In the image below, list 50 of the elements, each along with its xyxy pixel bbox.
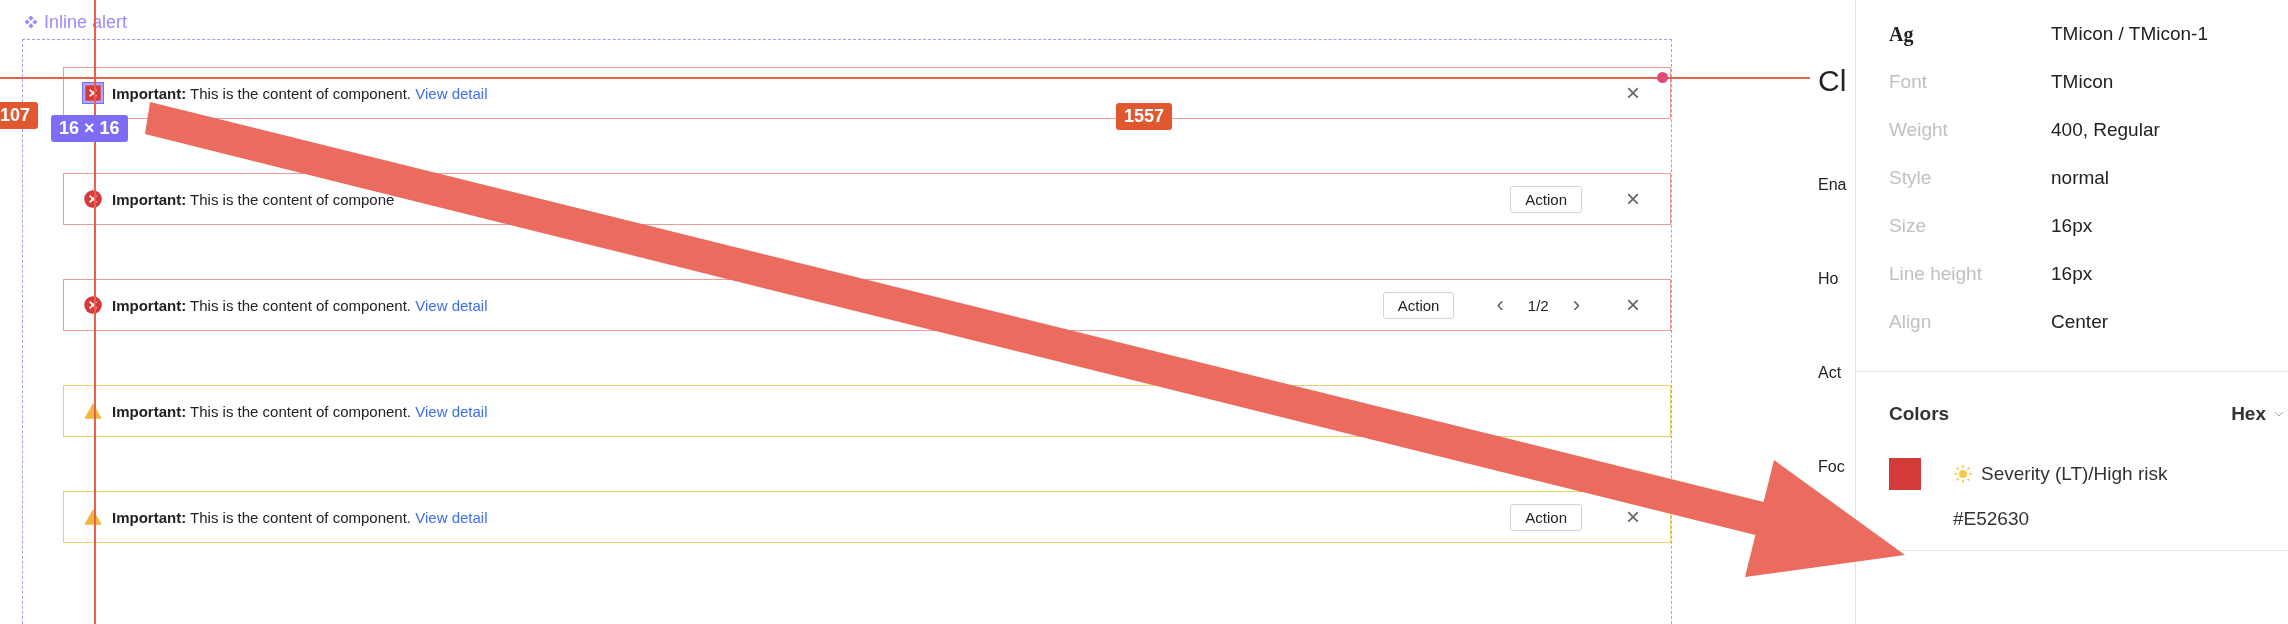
view-detail-link[interactable]: View detail <box>415 402 488 420</box>
close-button[interactable]: × <box>1622 81 1644 105</box>
property-label: Align <box>1889 311 1933 333</box>
alert-message: Important: This is the content of component. View detail <box>112 508 488 526</box>
action-button[interactable]: Action <box>1510 503 1582 531</box>
distance-label: 107 <box>0 102 39 129</box>
color-name: Severity (LT)/High risk <box>1981 463 2168 485</box>
property-label: Ho <box>1818 270 1840 289</box>
property-label: Font <box>1889 71 1929 93</box>
property-label: Weight <box>1889 119 1949 141</box>
property-label: Cl <box>1818 64 1847 99</box>
alert-message: Important: This is the content of compone <box>112 190 395 208</box>
property-label: Size <box>1889 215 1927 237</box>
next-button[interactable]: › <box>1570 294 1582 316</box>
view-detail-link[interactable]: View detail <box>415 296 488 314</box>
section-title: Colors <box>1889 403 1950 425</box>
view-detail-link[interactable]: View detail <box>415 84 488 102</box>
close-button[interactable]: × <box>1622 293 1644 317</box>
error-icon[interactable] <box>82 82 104 104</box>
property-value: TMicon <box>2051 71 2114 93</box>
hex-value: #E52630 <box>1953 508 2031 530</box>
action-button[interactable]: Action <box>1510 185 1582 213</box>
distance-label: 1557 <box>1116 103 1173 130</box>
format-dropdown[interactable]: Hex <box>2231 403 2288 425</box>
anchor-dot <box>1657 72 1668 83</box>
property-label: Style <box>1889 167 1933 189</box>
close-button[interactable]: × <box>1622 505 1644 529</box>
previous-button[interactable]: ‹ <box>1494 294 1506 316</box>
property-value: 16px <box>2051 263 2093 285</box>
page-counter: 1/2 <box>1527 296 1549 314</box>
view-detail-link[interactable]: View detail <box>415 508 488 526</box>
property-label: Act <box>1818 364 1843 383</box>
chevron-icon <box>2274 411 2284 417</box>
property-value: TMicon / TMicon-1 <box>2051 23 2208 45</box>
property-label: Ena <box>1818 176 1847 195</box>
property-label: Line height <box>1889 263 1983 285</box>
font-sample: Ag <box>1889 22 1915 46</box>
property-label: Foc <box>1818 458 1846 477</box>
property-value: 400, Regular <box>2051 119 2160 141</box>
alert-message: Important: This is the content of component. View detail <box>112 402 488 420</box>
property-value: normal <box>2051 167 2110 189</box>
property-value: 16px <box>2051 215 2093 237</box>
action-button[interactable]: Action <box>1382 291 1455 319</box>
component-icon <box>24 15 38 29</box>
close-button[interactable]: × <box>1622 187 1644 211</box>
alert-message: Important: This is the content of component. View detail <box>112 84 488 102</box>
sun-icon <box>1953 464 1973 484</box>
alert-message: Important: This is the content of component. View detail <box>112 296 488 314</box>
property-value: Center <box>2051 311 2109 333</box>
size-label: 16 × 16 <box>51 115 128 142</box>
